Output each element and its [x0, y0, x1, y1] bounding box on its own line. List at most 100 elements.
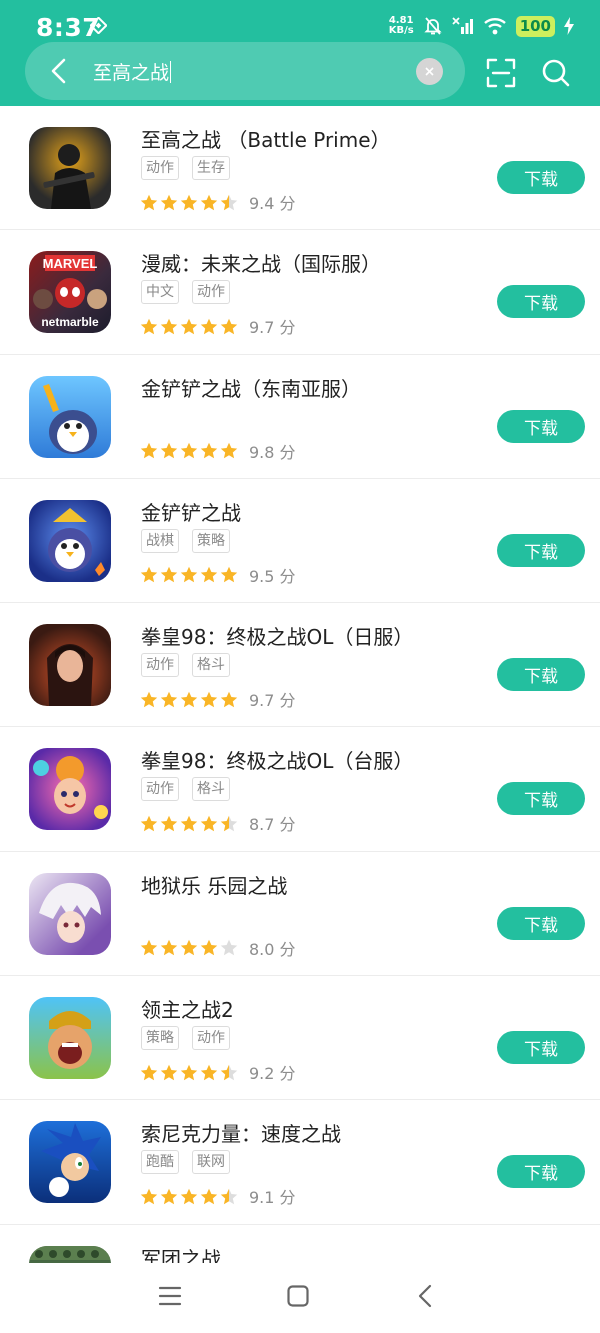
search-bar[interactable]: 至高之战	[25, 42, 465, 100]
star-icon	[220, 691, 238, 707]
app-title[interactable]: 金铲铲之战（东南亚服）	[141, 373, 361, 402]
download-button[interactable]: 下载	[497, 1031, 585, 1065]
tag: 动作	[192, 280, 230, 305]
star-icon	[180, 691, 198, 707]
list-item[interactable]: 军团之战	[0, 1225, 600, 1263]
list-item[interactable]: 金铲铲之战（东南亚服） 9.8 分 下载	[0, 355, 600, 479]
list-item[interactable]: 拳皇98：终极之战OL（台服） 动作 格斗 8.7 分 下载	[0, 727, 600, 852]
list-item[interactable]: 索尼克力量：速度之战 跑酷 联网 9.1 分 下载	[0, 1100, 600, 1225]
app-icon[interactable]	[29, 375, 111, 458]
star-icon	[220, 318, 238, 334]
back-icon[interactable]	[414, 1284, 438, 1308]
list-item[interactable]: 领主之战2 策略 动作 9.2 分 下载	[0, 976, 600, 1101]
star-icon	[180, 442, 198, 459]
download-button[interactable]: 下载	[497, 533, 585, 567]
star-icon	[180, 567, 198, 583]
star-icon	[160, 194, 178, 210]
tag: 跑酷	[141, 1150, 179, 1175]
clear-search-button[interactable]	[416, 58, 443, 85]
app-icon[interactable]	[29, 1121, 111, 1204]
app-title[interactable]: 军团之战	[141, 1243, 221, 1263]
fighter-portrait-icon	[47, 644, 93, 707]
sonic-icon	[41, 1123, 101, 1198]
app-title[interactable]: 金铲铲之战	[141, 497, 241, 526]
list-item[interactable]: 拳皇98：终极之战OL（日服） 动作 格斗 9.7 分 下载	[0, 603, 600, 728]
star-icon	[160, 940, 178, 956]
tag-list: 中文 动作	[141, 280, 230, 305]
download-button[interactable]: 下载	[497, 1155, 585, 1189]
star-icon	[140, 442, 158, 459]
tag: 动作	[141, 653, 179, 678]
star-rating	[140, 318, 238, 335]
star-rating	[140, 691, 238, 708]
marvel-heroes-icon: MARVEL netmarble	[33, 255, 107, 329]
list-item[interactable]: 地狱乐 乐园之战 8.0 分 下载	[0, 852, 600, 977]
star-icon	[200, 194, 218, 210]
app-icon[interactable]	[29, 624, 111, 707]
download-button[interactable]: 下载	[497, 658, 585, 692]
fighter-girl-icon	[33, 756, 108, 820]
download-button[interactable]: 下载	[497, 782, 585, 816]
army-icon	[29, 1245, 111, 1260]
score: 9.7 分	[249, 691, 296, 711]
tag: 联网	[192, 1150, 230, 1175]
system-nav-bar	[0, 1263, 600, 1333]
network-speed: 4.81 KB/s	[388, 15, 414, 36]
app-icon[interactable]: MARVEL netmarble	[29, 251, 111, 334]
menu-icon[interactable]	[158, 1284, 182, 1308]
star-icon	[180, 815, 198, 832]
star-icon	[200, 1064, 218, 1080]
list-item[interactable]: 至高之战 （Battle Prime） 动作 生存 9.4 分 下载	[0, 106, 600, 231]
app-title[interactable]: 拳皇98：终极之战OL（日服）	[141, 621, 413, 650]
tag: 动作	[141, 777, 179, 802]
star-icon	[200, 567, 218, 583]
star-icon	[140, 691, 158, 707]
star-icon	[140, 318, 158, 334]
app-icon[interactable]	[29, 499, 111, 582]
app-title[interactable]: 漫威：未来之战（国际服）	[141, 248, 381, 277]
rating: 9.4 分	[140, 190, 296, 214]
app-icon[interactable]	[29, 872, 111, 955]
star-icon	[200, 815, 218, 832]
star-icon	[140, 815, 158, 832]
search-input[interactable]: 至高之战	[93, 58, 172, 85]
app-icon[interactable]	[29, 997, 111, 1080]
app-title[interactable]: 索尼克力量：速度之战	[141, 1118, 341, 1147]
app-icon[interactable]	[29, 127, 111, 209]
anime-character-icon	[39, 882, 101, 943]
star-icon	[220, 940, 238, 956]
search-icon[interactable]	[540, 57, 572, 89]
app-icon[interactable]	[29, 1245, 111, 1263]
score: 9.2 分	[249, 1064, 296, 1084]
star-icon	[160, 567, 178, 583]
tag-list: 策略 动作	[141, 1026, 230, 1051]
download-button[interactable]: 下载	[497, 906, 585, 940]
list-item[interactable]: 金铲铲之战 战棋 策略 9.5 分 下载	[0, 479, 600, 604]
star-icon	[160, 691, 178, 707]
app-icon[interactable]	[29, 748, 111, 831]
app-title[interactable]: 领主之战2	[141, 994, 234, 1023]
download-button[interactable]: 下载	[497, 409, 585, 443]
download-button[interactable]: 下载	[497, 285, 585, 319]
back-arrow-icon[interactable]	[43, 55, 75, 87]
app-title[interactable]: 地狱乐 乐园之战	[141, 870, 287, 899]
rating: 9.7 分	[140, 687, 296, 711]
app-title[interactable]: 拳皇98：终极之战OL（台服）	[141, 745, 413, 774]
wifi-icon	[483, 18, 506, 35]
scan-icon[interactable]	[485, 57, 517, 89]
list-item[interactable]: MARVEL netmarble 漫威：未来之战（国际服） 中文 动作 9.7 …	[0, 230, 600, 355]
download-button[interactable]: 下载	[497, 161, 585, 194]
star-icon	[160, 815, 178, 832]
app-title[interactable]: 至高之战 （Battle Prime）	[141, 124, 391, 153]
star-icon	[140, 940, 158, 956]
star-icon	[140, 1188, 158, 1205]
star-icon	[160, 1064, 178, 1080]
tag: 格斗	[192, 653, 230, 678]
app-header: 8:37 4.81 KB/s 100 至高之战	[0, 0, 600, 106]
tag: 动作	[192, 1026, 230, 1051]
search-results-list: 至高之战 （Battle Prime） 动作 生存 9.4 分 下载 MARVE…	[0, 106, 600, 1263]
home-icon[interactable]	[286, 1284, 310, 1308]
tag-list: 战棋 策略	[141, 528, 230, 553]
score: 9.5 分	[249, 566, 296, 586]
star-icon	[220, 815, 238, 832]
